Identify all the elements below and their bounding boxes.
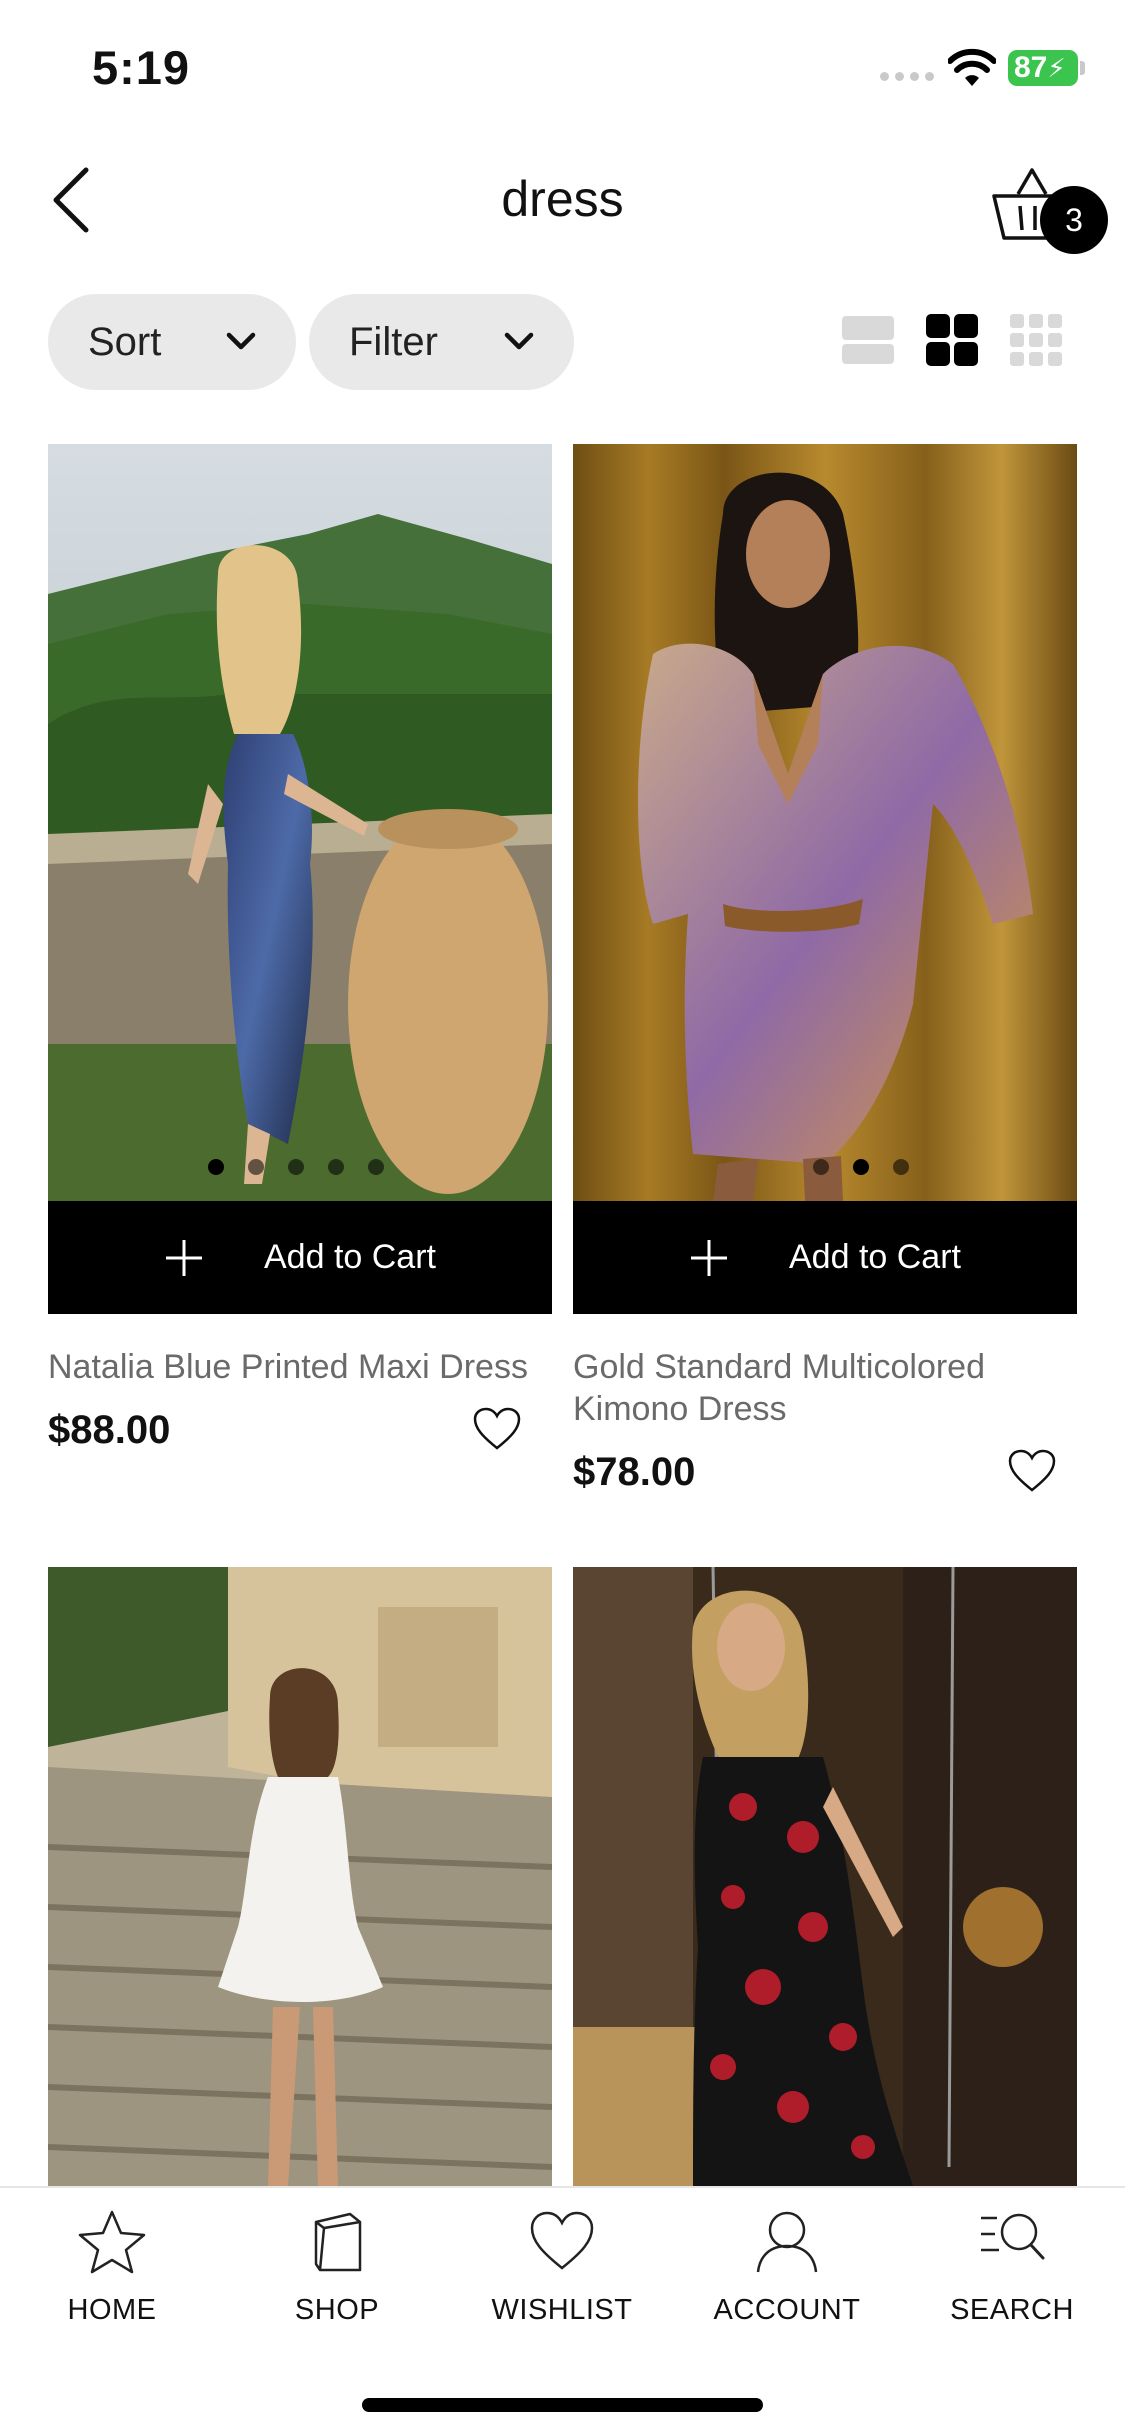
product-photo (48, 444, 552, 1201)
tab-wishlist[interactable]: WISHLIST (462, 2208, 662, 2358)
view-grid-2-icon[interactable] (924, 312, 980, 368)
chevron-down-icon (504, 332, 534, 350)
plus-icon (691, 1239, 727, 1276)
product-image[interactable] (48, 444, 552, 1201)
product-card[interactable]: Add to Cart Natalia Blue Printed Maxi Dr… (48, 444, 552, 1504)
cellular-signal-icon (880, 72, 934, 81)
product-card[interactable] (573, 1567, 1077, 2186)
plus-icon (166, 1239, 202, 1276)
user-icon (756, 2211, 818, 2273)
heart-icon[interactable] (1007, 1448, 1057, 1494)
product-card[interactable]: Add to Cart Gold Standard Multicolored K… (573, 444, 1077, 1504)
product-image[interactable] (48, 1567, 552, 2186)
product-photo (573, 444, 1077, 1201)
battery-level: 87⚡ (1008, 50, 1078, 86)
tab-shop[interactable]: SHOP (237, 2208, 437, 2358)
battery-nub (1080, 61, 1085, 75)
image-carousel-dots (813, 1159, 909, 1175)
cart-count-badge: 3 (1040, 186, 1108, 254)
status-bar: 5:19 87⚡ (0, 0, 1125, 140)
product-photo (48, 1567, 552, 2186)
search-list-icon (981, 2213, 1045, 2260)
star-icon (78, 2210, 146, 2274)
tab-search[interactable]: SEARCH (912, 2208, 1112, 2358)
add-to-cart-button[interactable]: Add to Cart (48, 1201, 552, 1314)
tab-home[interactable]: HOME (12, 2208, 212, 2358)
status-time: 5:19 (92, 41, 191, 94)
add-to-cart-label: Add to Cart (264, 1238, 436, 1276)
tab-account[interactable]: ACCOUNT (687, 2208, 887, 2358)
home-indicator (362, 2398, 763, 2412)
sort-label: Sort (88, 319, 162, 364)
wifi-icon (948, 48, 996, 86)
shopping-bag-icon (314, 2212, 362, 2272)
add-to-cart-button[interactable]: Add to Cart (573, 1201, 1077, 1314)
heart-icon (530, 2211, 594, 2270)
product-price: $78.00 (573, 1450, 696, 1494)
add-to-cart-label: Add to Cart (789, 1238, 961, 1276)
view-single-icon[interactable] (840, 312, 896, 368)
sort-button[interactable]: Sort (48, 294, 296, 390)
product-price: $88.00 (48, 1408, 171, 1452)
heart-icon[interactable] (472, 1406, 522, 1452)
tab-label: SHOP (294, 2294, 380, 2326)
tab-label: ACCOUNT (713, 2294, 861, 2326)
header: dress (0, 140, 1125, 260)
tab-label: WISHLIST (491, 2294, 633, 2326)
product-name[interactable]: Gold Standard Multicolored Kimono Dress (573, 1346, 1053, 1430)
tab-label: SEARCH (950, 2294, 1074, 2326)
filter-label: Filter (349, 319, 438, 364)
product-card[interactable] (48, 1567, 552, 2186)
chevron-down-icon (226, 332, 256, 350)
page-title: dress (501, 171, 624, 227)
view-grid-3-icon[interactable] (1008, 312, 1064, 368)
product-photo (573, 1567, 1077, 2186)
product-image[interactable] (573, 1567, 1077, 2186)
product-name[interactable]: Natalia Blue Printed Maxi Dress (48, 1346, 568, 1388)
image-carousel-dots (208, 1159, 384, 1175)
filter-button[interactable]: Filter (309, 294, 574, 390)
tab-label: HOME (67, 2294, 157, 2326)
product-image[interactable] (573, 444, 1077, 1201)
